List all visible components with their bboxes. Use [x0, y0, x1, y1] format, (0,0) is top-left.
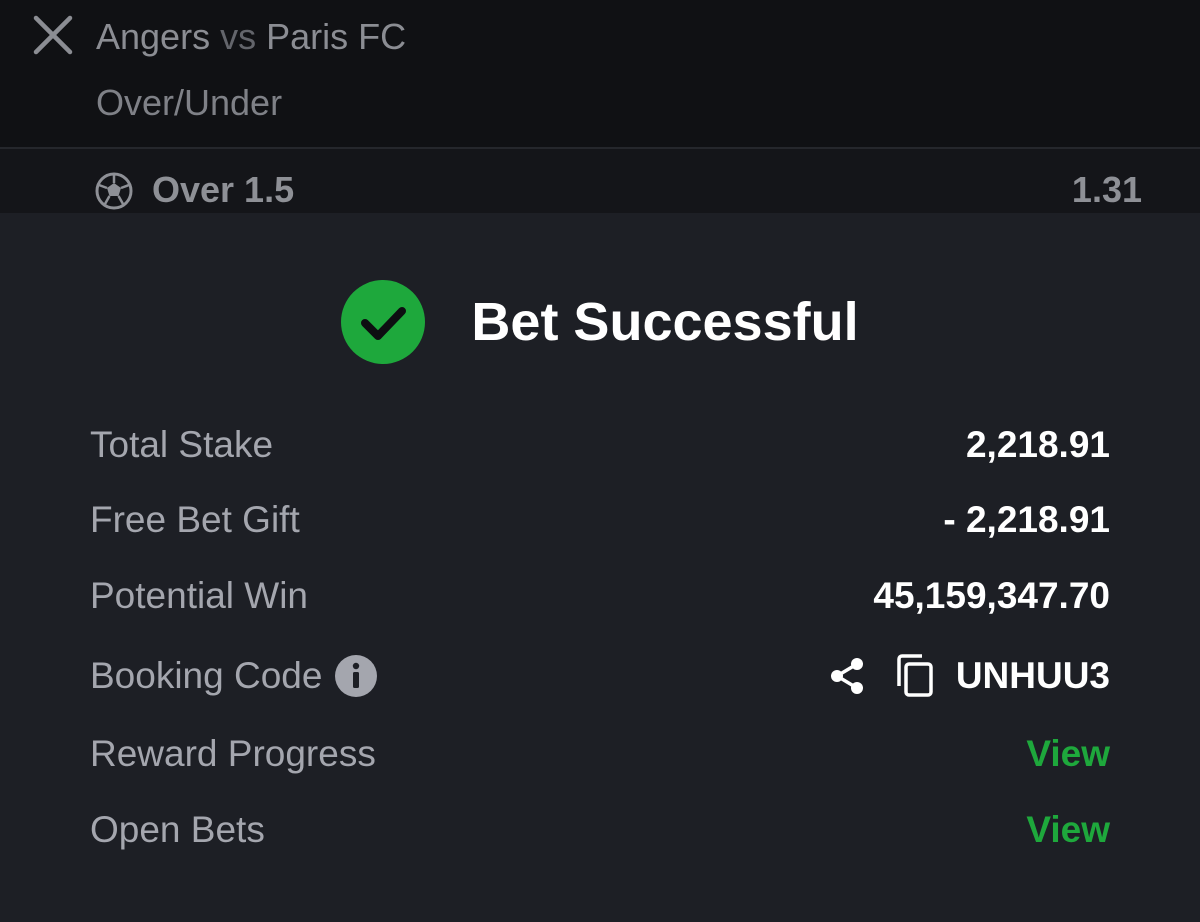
total-stake-row: Total Stake 2,218.91 — [90, 418, 1110, 468]
booking-code-row: Booking Code UNHUU3 — [90, 648, 1110, 698]
check-circle-icon — [341, 280, 426, 364]
open-bets-view-link[interactable]: View — [1026, 809, 1110, 851]
potential-win-value: 45,159,347.70 — [873, 575, 1110, 616]
selection-odds: 1.31 — [1071, 169, 1142, 210]
open-bets-label: Open Bets — [90, 809, 265, 850]
booking-code-label: Booking Code — [90, 655, 323, 696]
success-title: Bet Successful — [471, 292, 859, 352]
total-stake-value: 2,218.91 — [965, 424, 1110, 465]
reward-progress-row: Reward Progress View — [90, 727, 1110, 777]
booking-code-label-group: Booking Code — [90, 654, 378, 698]
booking-code-value-group: UNHUU3 — [826, 654, 1110, 698]
free-bet-label: Free Bet Gift — [90, 499, 300, 540]
potential-win-row: Potential Win 45,159,347.70 — [90, 569, 1110, 619]
booking-code-value[interactable]: UNHUU3 — [956, 655, 1110, 697]
share-icon[interactable] — [826, 655, 868, 697]
free-bet-row: Free Bet Gift - 2,218.91 — [90, 493, 1110, 543]
free-bet-value: - 2,218.91 — [943, 499, 1110, 540]
away-team: Paris FC — [266, 16, 407, 57]
selection-row: Over 1.5 1.31 — [0, 149, 1200, 213]
success-header: Bet Successful — [0, 279, 1200, 365]
potential-win-label: Potential Win — [90, 575, 308, 616]
bet-success-sheet: Bet Successful Total Stake 2,218.91 Free… — [0, 213, 1200, 922]
open-bets-row: Open Bets View — [90, 803, 1110, 853]
versus-label: vs — [220, 16, 257, 57]
info-icon[interactable] — [334, 654, 378, 698]
match-title: Angers vs Paris FC — [96, 16, 406, 58]
soccer-ball-icon — [95, 172, 133, 210]
bet-slip-header: Angers vs Paris FC Over/Under — [0, 0, 1200, 148]
copy-icon[interactable] — [896, 654, 934, 698]
home-team: Angers — [96, 16, 211, 57]
total-stake-label: Total Stake — [90, 424, 274, 465]
reward-progress-view-link[interactable]: View — [1026, 733, 1110, 775]
close-icon[interactable] — [32, 14, 74, 56]
selection-name: Over 1.5 — [152, 169, 295, 210]
bet-slip-screen: Angers vs Paris FC Over/Under Over 1.5 1… — [0, 0, 1200, 922]
market-name: Over/Under — [96, 82, 283, 123]
reward-progress-label: Reward Progress — [90, 733, 376, 774]
